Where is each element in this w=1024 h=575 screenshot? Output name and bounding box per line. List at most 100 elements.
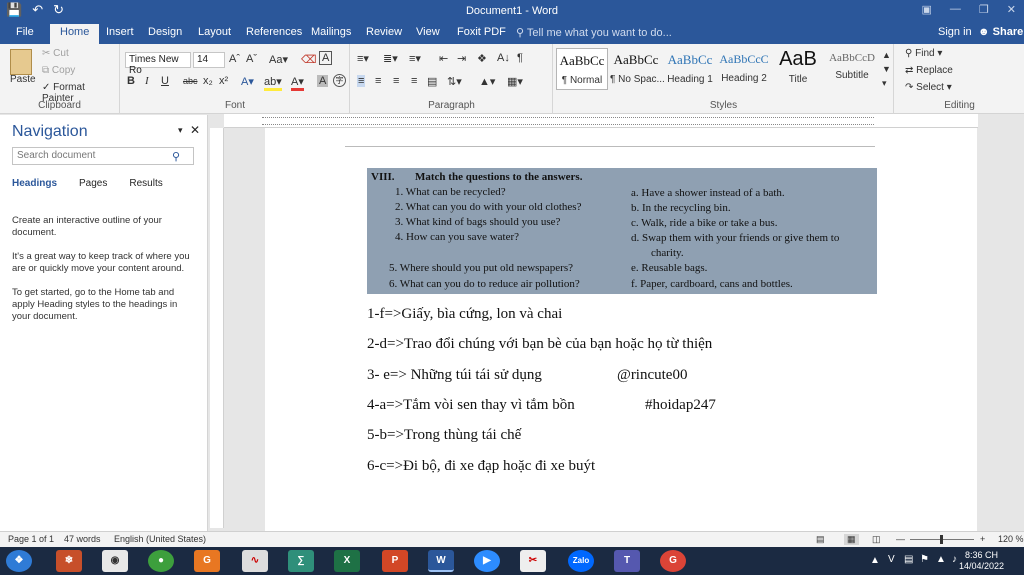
excel-icon[interactable]: X xyxy=(334,550,360,572)
align-right-icon[interactable]: ≡ xyxy=(393,75,399,87)
share-button[interactable]: ☻ Share xyxy=(978,26,1023,38)
paste-button[interactable]: Paste xyxy=(10,74,36,85)
font-color-icon[interactable]: A▾ xyxy=(291,75,304,91)
nav-tab-headings[interactable]: Headings xyxy=(12,178,57,189)
vertical-scroll-region[interactable] xyxy=(978,114,1024,531)
change-case-icon[interactable]: Aa▾ xyxy=(269,53,288,66)
replace-button[interactable]: ⇄ Replace xyxy=(905,65,953,76)
shading-icon[interactable]: ▲▾ xyxy=(479,75,495,88)
subscript-icon[interactable]: x₂ xyxy=(203,75,213,87)
tab-references[interactable]: References xyxy=(246,26,302,38)
flag-icon[interactable]: ⚑ xyxy=(920,554,929,565)
line-spacing-icon[interactable]: ⇅▾ xyxy=(447,75,462,88)
paste-icon[interactable] xyxy=(10,49,32,75)
nav-tab-pages[interactable]: Pages xyxy=(79,178,107,189)
style-title[interactable]: AaB Title xyxy=(772,48,824,90)
font-size-select[interactable]: 14 xyxy=(193,52,225,68)
font-name-select[interactable]: Times New Ro xyxy=(125,52,191,76)
zoom-out-icon[interactable]: — xyxy=(896,534,905,544)
graph-app-icon[interactable]: ∿ xyxy=(242,550,268,572)
select-button[interactable]: ↷ Select ▾ xyxy=(905,82,952,93)
print-layout-icon[interactable]: ▦ xyxy=(844,534,859,545)
tab-view[interactable]: View xyxy=(416,26,440,38)
align-left-icon[interactable]: ≡ xyxy=(357,75,366,87)
chrome-app-icon[interactable]: ● xyxy=(148,550,174,572)
vietkey-icon[interactable]: V xyxy=(888,554,895,565)
web-layout-icon[interactable]: ◫ xyxy=(872,534,881,545)
asian-layout-icon[interactable]: ❖ xyxy=(477,52,487,65)
tab-design[interactable]: Design xyxy=(148,26,182,38)
tab-layout[interactable]: Layout xyxy=(198,26,231,38)
zalo-icon[interactable]: Zalo xyxy=(568,550,594,572)
close-icon[interactable]: ✕ xyxy=(1007,3,1016,16)
nav-tab-results[interactable]: Results xyxy=(129,178,162,189)
vertical-ruler[interactable] xyxy=(210,128,224,528)
grow-font-icon[interactable]: Aˆ xyxy=(229,53,240,65)
word-count[interactable]: 47 words xyxy=(64,534,101,544)
sort-icon[interactable]: A↓ xyxy=(497,52,510,64)
justify-icon[interactable]: ≡ xyxy=(411,75,417,87)
volume-icon[interactable]: ♪ xyxy=(952,554,957,565)
powerpoint-icon[interactable]: P xyxy=(382,550,408,572)
zoom-thumb[interactable] xyxy=(940,535,943,544)
character-shading-icon[interactable]: A xyxy=(317,75,329,87)
find-button[interactable]: ⚲ Find ▾ xyxy=(905,48,942,59)
restore-icon[interactable]: ❐ xyxy=(979,3,989,16)
sign-in-link[interactable]: Sign in xyxy=(938,26,972,38)
style-no-spacing[interactable]: AaBbCc ¶ No Spac... xyxy=(610,48,665,90)
tab-insert[interactable]: Insert xyxy=(106,26,134,38)
tab-mailings[interactable]: Mailings xyxy=(311,26,351,38)
horizontal-ruler[interactable] xyxy=(224,114,978,128)
zoom-in-icon[interactable]: + xyxy=(980,534,985,544)
equation-app-icon[interactable]: ∑ xyxy=(288,550,314,572)
show-formatting-icon[interactable]: ¶ xyxy=(517,52,523,64)
style-heading-1[interactable]: AaBbCc Heading 1 xyxy=(664,48,716,90)
multilevel-list-icon[interactable]: ≡▾ xyxy=(409,52,421,65)
zoom-level[interactable]: 120 % xyxy=(998,534,1024,544)
styles-more-icon[interactable]: ▾ xyxy=(882,78,887,89)
owl-app-icon[interactable]: ◉ xyxy=(102,550,128,572)
read-mode-icon[interactable]: ▤ xyxy=(816,534,825,545)
strikethrough-icon[interactable]: abc xyxy=(183,76,198,86)
chrome-icon[interactable]: G xyxy=(660,550,686,572)
network-icon[interactable]: ▤ xyxy=(904,554,913,565)
numbering-icon[interactable]: ≣▾ xyxy=(383,52,398,65)
document-page[interactable]: VIII. Match the questions to the answers… xyxy=(265,128,977,531)
exercise-photo[interactable]: VIII. Match the questions to the answers… xyxy=(367,168,877,294)
enclose-characters-icon[interactable]: 字 xyxy=(333,74,346,87)
tab-file[interactable]: File xyxy=(16,26,34,38)
tray-arrow-icon[interactable]: ▲ xyxy=(870,555,880,566)
minimize-icon[interactable]: — xyxy=(950,3,961,16)
superscript-icon[interactable]: x² xyxy=(219,75,228,87)
clear-formatting-icon[interactable]: ⌫ xyxy=(301,53,317,66)
system-clock[interactable]: 8:36 CH 14/04/2022 xyxy=(959,550,1004,572)
pane-options-icon[interactable]: ▾ xyxy=(178,125,183,136)
close-pane-icon[interactable]: ✕ xyxy=(190,123,200,137)
style-heading-2[interactable]: AaBbCcC Heading 2 xyxy=(718,48,770,90)
search-icon[interactable]: ⚲ xyxy=(172,150,180,163)
zoom-app-icon[interactable]: ▶ xyxy=(474,550,500,572)
ribbon-display-icon[interactable]: ▣ xyxy=(922,3,932,16)
tab-home[interactable]: Home xyxy=(50,24,100,44)
tab-foxit-pdf[interactable]: Foxit PDF xyxy=(457,26,506,38)
highlight-icon[interactable]: ab▾ xyxy=(264,75,282,91)
distributed-icon[interactable]: ▤ xyxy=(427,75,437,88)
bold-icon[interactable]: B xyxy=(127,75,135,87)
teams-icon[interactable]: T xyxy=(614,550,640,572)
snipping-tool-icon[interactable]: ✂ xyxy=(520,550,546,572)
tab-review[interactable]: Review xyxy=(366,26,402,38)
increase-indent-icon[interactable]: ⇥ xyxy=(457,52,466,65)
language-status[interactable]: English (United States) xyxy=(114,534,206,544)
cut-button[interactable]: ✂ Cut xyxy=(42,48,69,59)
text-effects-icon[interactable]: A▾ xyxy=(241,75,254,88)
underline-icon[interactable]: U xyxy=(161,75,169,87)
page-count[interactable]: Page 1 of 1 xyxy=(8,534,54,544)
tell-me-box[interactable]: ⚲ Tell me what you want to do... xyxy=(516,26,672,39)
align-center-icon[interactable]: ≡ xyxy=(375,75,381,87)
styles-scroll-down-icon[interactable]: ▼ xyxy=(882,64,891,74)
shrink-font-icon[interactable]: Aˇ xyxy=(246,53,257,65)
decrease-indent-icon[interactable]: ⇤ xyxy=(439,52,448,65)
styles-scroll-up-icon[interactable]: ▲ xyxy=(882,50,891,60)
foxit-app-icon[interactable]: G xyxy=(194,550,220,572)
copy-button[interactable]: ⧉ Copy xyxy=(42,65,75,76)
